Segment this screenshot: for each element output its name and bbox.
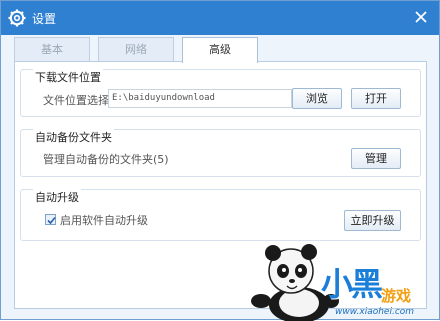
settings-gear-icon	[8, 9, 26, 27]
auto-upgrade-group: 自动升级 启用软件自动升级 立即升级	[20, 189, 421, 241]
tab-basic[interactable]: 基本	[14, 37, 90, 61]
tab-advanced[interactable]: 高级	[182, 37, 258, 63]
upgrade-group-title: 自动升级	[33, 189, 81, 205]
path-label: 文件位置选择	[43, 94, 109, 107]
open-button[interactable]: 打开	[351, 88, 401, 109]
auto-backup-group: 自动备份文件夹 管理自动备份的文件夹(5) 管理	[20, 129, 421, 177]
backup-group-title: 自动备份文件夹	[33, 129, 114, 145]
tab-bar: 基本 网络 高级	[14, 37, 427, 63]
auto-upgrade-label: 启用软件自动升级	[60, 214, 148, 227]
checkmark-icon	[47, 216, 56, 225]
window-title: 设置	[32, 12, 57, 26]
title-bar[interactable]: 设置	[1, 1, 439, 35]
download-path-field[interactable]: E:\baiduyundownload	[108, 89, 292, 108]
watermark-brand-small: 游戏	[381, 287, 412, 305]
download-group-title: 下载文件位置	[33, 69, 103, 85]
browse-button[interactable]: 浏览	[292, 88, 342, 109]
watermark-brand: 小黑	[321, 265, 383, 303]
watermark-logo: 小黑 游戏 www.xiaohei.com	[319, 259, 440, 321]
settings-window: 设置 基本 网络 高级 下载文件位置 文件位置选择 E:\baiduyundow…	[0, 0, 440, 321]
manage-button[interactable]: 管理	[351, 148, 401, 169]
auto-upgrade-checkbox[interactable]	[45, 214, 56, 225]
close-icon[interactable]	[411, 7, 431, 27]
tab-network[interactable]: 网络	[98, 37, 174, 61]
watermark-url: www.xiaohei.com	[335, 307, 415, 317]
backup-manage-label: 管理自动备份的文件夹(5)	[43, 153, 169, 166]
upgrade-now-button[interactable]: 立即升级	[344, 210, 401, 231]
download-location-group: 下载文件位置 文件位置选择 E:\baiduyundownload 浏览 打开	[20, 69, 421, 117]
